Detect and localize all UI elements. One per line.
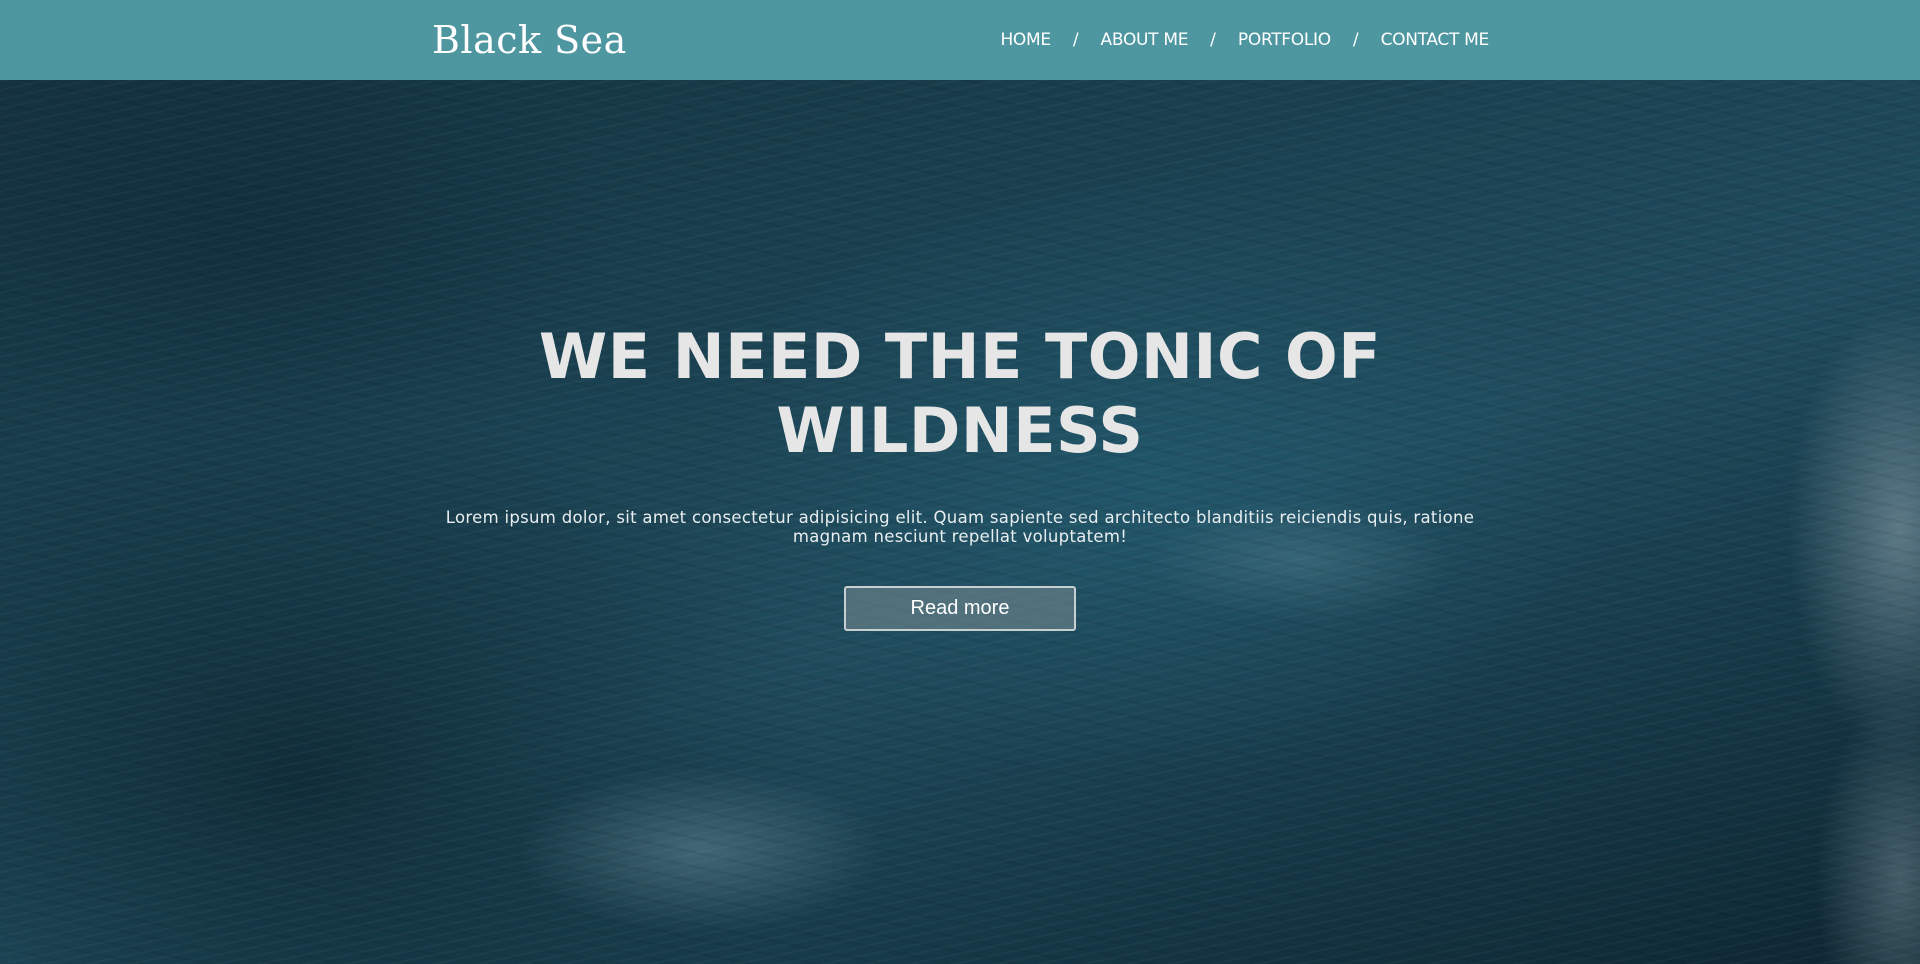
hero-section: WE NEED THE TONIC OF WILDNESS Lorem ipsu…	[0, 80, 1920, 964]
nav-separator: /	[1072, 30, 1079, 50]
nav-home-link[interactable]: HOME	[1000, 30, 1051, 50]
site-logo[interactable]: Black Sea	[432, 16, 627, 64]
hero-subtext: Lorem ipsum dolor, sit amet consectetur …	[445, 508, 1475, 546]
read-more-button[interactable]: Read more	[844, 586, 1076, 631]
hero-headline: WE NEED THE TONIC OF WILDNESS	[538, 320, 1382, 467]
main-nav: HOME / ABOUT ME / PORTFOLIO / CONTACT ME	[1000, 26, 1489, 54]
nav-separator: /	[1352, 30, 1359, 50]
nav-portfolio-link[interactable]: PORTFOLIO	[1238, 30, 1331, 50]
nav-separator: /	[1210, 30, 1216, 50]
nav-contact-me-link[interactable]: CONTACT ME	[1381, 30, 1490, 50]
nav-about-me-link[interactable]: ABOUT ME	[1101, 30, 1189, 50]
hero-content: WE NEED THE TONIC OF WILDNESS Lorem ipsu…	[0, 320, 1920, 631]
navbar: Black Sea HOME / ABOUT ME / PORTFOLIO / …	[0, 0, 1920, 80]
page: Black Sea HOME / ABOUT ME / PORTFOLIO / …	[0, 0, 1920, 964]
